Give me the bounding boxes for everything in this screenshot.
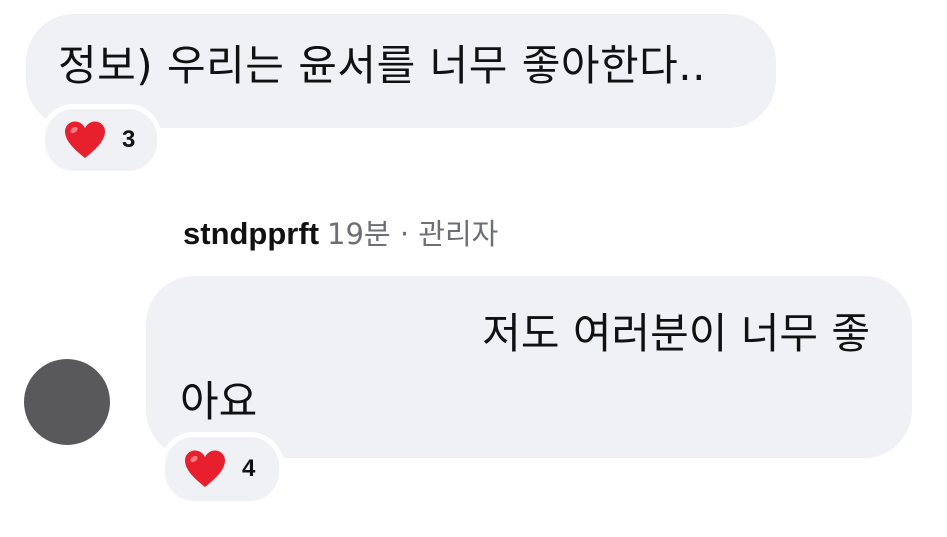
- reaction-count: 4: [242, 455, 256, 482]
- reaction-count: 3: [122, 126, 136, 153]
- reply-text-line2: 아요: [180, 377, 258, 426]
- comment-reaction-badge[interactable]: 3: [40, 104, 162, 176]
- username[interactable]: stndpprft: [183, 216, 319, 251]
- comment-text: 정보) 우리는 윤서를 너무 좋아한다..: [58, 41, 706, 90]
- reply-bubble[interactable]: 저도 여러분이 너무 좋 아요: [146, 276, 912, 458]
- reply-text-line1: 저도 여러분이 너무 좋: [482, 309, 870, 358]
- heart-icon: [65, 121, 105, 158]
- avatar[interactable]: [24, 359, 110, 445]
- reply-reaction-badge[interactable]: 4: [160, 432, 284, 506]
- reply-meta: 19분 · 관리자: [327, 217, 499, 251]
- heart-icon: [185, 450, 225, 487]
- reply-header: stndpprft 19분 · 관리자: [183, 212, 498, 256]
